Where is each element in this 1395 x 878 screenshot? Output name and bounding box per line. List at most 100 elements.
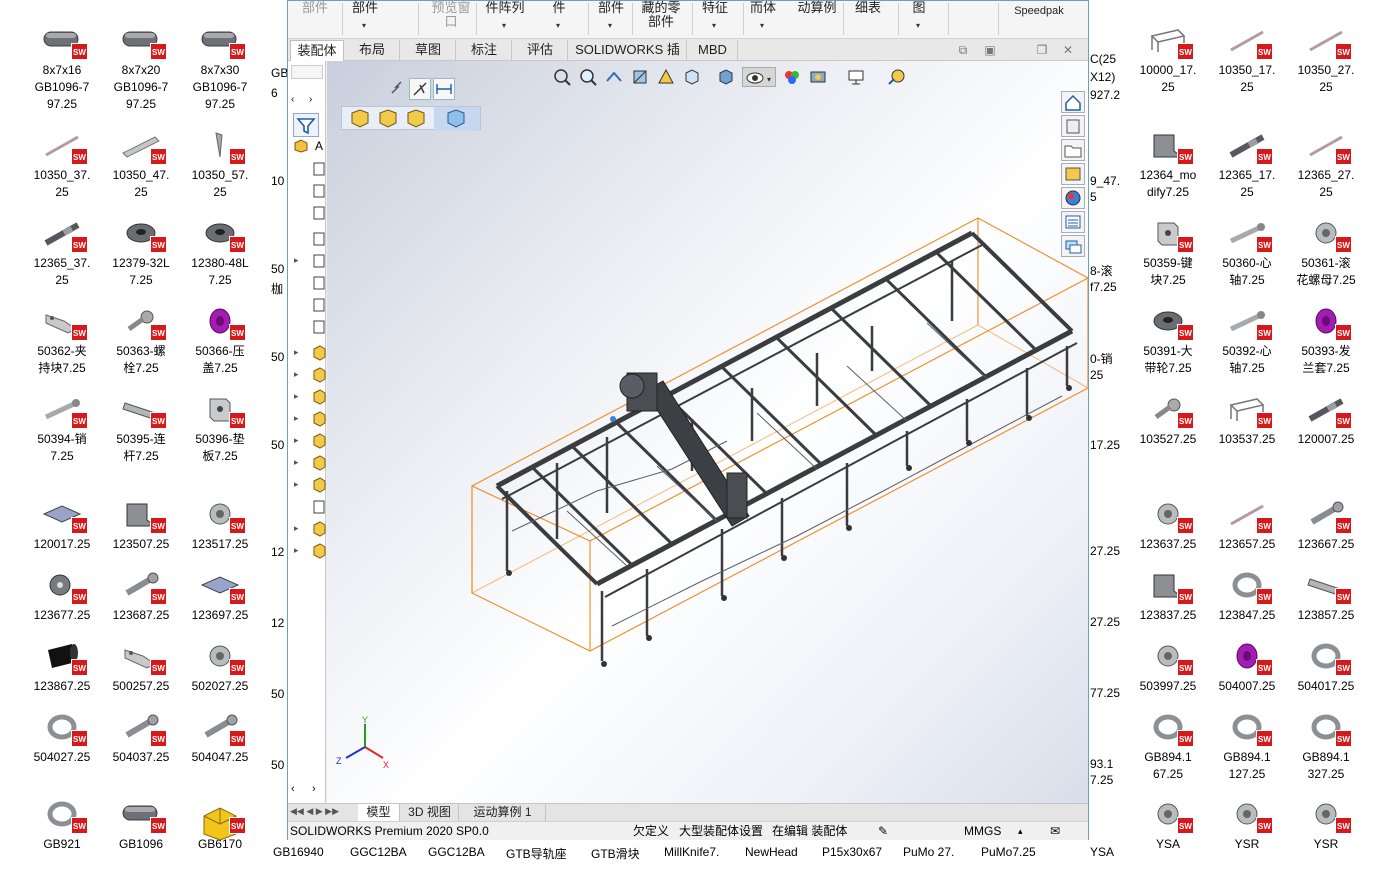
ribbon-command-button[interactable]: 动算例 bbox=[795, 1, 839, 15]
feature-tree-item[interactable]: ▸ bbox=[294, 521, 326, 539]
expand-arrow-icon[interactable]: ▸ bbox=[294, 435, 299, 446]
ribbon-command-button[interactable]: 部件 bbox=[596, 1, 626, 15]
desktop-file-label[interactable]: PuMo 27. bbox=[903, 845, 954, 859]
desktop-file-icon[interactable]: SW 10350_27. 25 bbox=[1287, 16, 1365, 104]
ribbon-tab[interactable]: 布局 bbox=[345, 40, 400, 61]
model-tab[interactable]: 3D 视图 bbox=[401, 804, 459, 821]
feature-tree-item[interactable]: ▸ bbox=[294, 253, 325, 271]
restore-icon[interactable]: ⧉ bbox=[956, 43, 970, 57]
ribbon-tab[interactable]: 评估 bbox=[513, 40, 568, 61]
desktop-file-icon[interactable]: SW 50396-垫 板7.25 bbox=[181, 385, 259, 473]
filter-icon[interactable] bbox=[293, 113, 319, 137]
file-explorer-icon[interactable] bbox=[1061, 139, 1085, 161]
desktop-file-icon[interactable]: SW 8x7x16 GB1096-7 97.25 bbox=[23, 16, 101, 111]
desktop-file-icon[interactable]: SW 504037.25 bbox=[102, 703, 180, 791]
feature-tree-item[interactable]: ▸ bbox=[294, 345, 326, 363]
desktop-file-icon[interactable]: SW 12364_mo dify7.25 bbox=[1129, 121, 1207, 209]
desktop-file-label[interactable]: GGC12BA bbox=[350, 845, 407, 859]
feature-tree-item[interactable]: ▸ bbox=[294, 411, 326, 429]
chevron-down-icon[interactable]: ▾ bbox=[760, 21, 764, 30]
ribbon-command-button[interactable]: 特征 bbox=[700, 1, 730, 15]
chevron-down-icon[interactable]: ▾ bbox=[362, 21, 366, 30]
desktop-file-icon[interactable]: SW 10350_17. 25 bbox=[1208, 16, 1286, 104]
desktop-file-icon[interactable]: SW 50394-销 7.25 bbox=[23, 385, 101, 473]
desktop-file-icon[interactable]: SW 120007.25 bbox=[1287, 385, 1365, 473]
tree-root-label[interactable]: A bbox=[315, 139, 323, 153]
chevron-left-icon[interactable]: ‹ bbox=[291, 93, 305, 107]
desktop-file-icon[interactable]: SW 504047.25 bbox=[181, 703, 259, 791]
expand-arrow-icon[interactable]: ▸ bbox=[294, 479, 299, 490]
feature-tree-item[interactable] bbox=[294, 231, 325, 249]
quick-tips-icon[interactable]: ✉ bbox=[1050, 822, 1060, 840]
tile-icon[interactable]: ▣ bbox=[983, 43, 997, 57]
feature-tree-item[interactable]: ▸ bbox=[294, 389, 326, 407]
desktop-file-icon[interactable]: SW 8x7x30 GB1096-7 97.25 bbox=[181, 16, 259, 111]
ribbon-tab[interactable]: 标注 bbox=[457, 40, 512, 61]
desktop-file-icon[interactable]: SW 504027.25 bbox=[23, 703, 101, 791]
feature-tree-item[interactable] bbox=[294, 499, 325, 517]
expand-arrow-icon[interactable]: ▸ bbox=[294, 523, 299, 534]
desktop-file-icon[interactable]: SW YSA bbox=[1129, 790, 1207, 878]
chevron-down-icon[interactable]: ▾ bbox=[502, 21, 506, 30]
desktop-file-icon[interactable]: SW 12365_27. 25 bbox=[1287, 121, 1365, 209]
chevron-down-icon[interactable]: ▾ bbox=[916, 21, 920, 30]
desktop-file-icon[interactable]: SW 12380-48L 7.25 bbox=[181, 209, 259, 297]
scroll-right-icon[interactable]: › bbox=[312, 783, 316, 795]
desktop-file-icon[interactable]: SW YSR bbox=[1287, 790, 1365, 878]
appearances-icon[interactable] bbox=[1061, 187, 1085, 209]
desktop-file-icon[interactable]: SW GB921 bbox=[23, 790, 101, 878]
desktop-file-label[interactable]: GTB导轨座 bbox=[506, 845, 567, 862]
ribbon-tab[interactable]: 草图 bbox=[401, 40, 456, 61]
forum-icon[interactable] bbox=[1061, 235, 1085, 257]
desktop-file-icon[interactable]: SW GB1096 bbox=[102, 790, 180, 878]
maximize-icon[interactable]: ❐ bbox=[1035, 43, 1049, 57]
desktop-file-icon[interactable]: SW 10350_47. 25 bbox=[102, 121, 180, 209]
feature-tree-item[interactable] bbox=[294, 319, 325, 337]
desktop-file-icon[interactable]: SW 50361-滚 花螺母7.25 bbox=[1287, 209, 1365, 297]
units-dropdown-icon[interactable]: ▴ bbox=[1018, 822, 1023, 840]
status-large-assembly[interactable]: 大型装配体设置 bbox=[679, 822, 763, 840]
ribbon-command-button[interactable]: 图 bbox=[912, 1, 926, 15]
desktop-file-icon[interactable]: SW 50362-夹 持块7.25 bbox=[23, 297, 101, 385]
desktop-file-icon[interactable]: SW GB894.1 127.25 bbox=[1208, 703, 1286, 791]
feature-tree-item[interactable]: ▸ bbox=[294, 455, 326, 473]
desktop-file-icon[interactable]: SW 10000_17. 25 bbox=[1129, 16, 1207, 104]
desktop-file-icon[interactable]: SW 103527.25 bbox=[1129, 385, 1207, 473]
ribbon-command-button[interactable]: 部件 bbox=[350, 1, 380, 15]
ribbon-command-button[interactable]: 部件 bbox=[300, 1, 330, 15]
desktop-file-icon[interactable]: SW GB6170 bbox=[181, 790, 259, 878]
assembly-icon[interactable] bbox=[293, 139, 309, 153]
desktop-file-icon[interactable]: SW 50391-大 带轮7.25 bbox=[1129, 297, 1207, 385]
expand-arrow-icon[interactable]: ▸ bbox=[294, 347, 299, 358]
chevron-right-icon[interactable]: › bbox=[309, 93, 323, 107]
desktop-file-icon[interactable]: SW 50359-键 块7.25 bbox=[1129, 209, 1207, 297]
panel-splitter[interactable] bbox=[291, 65, 323, 79]
expand-arrow-icon[interactable]: ▸ bbox=[294, 545, 299, 556]
desktop-file-label[interactable]: GTB滑块 bbox=[591, 845, 640, 862]
desktop-file-label[interactable]: GGC12BA bbox=[428, 845, 485, 859]
expand-arrow-icon[interactable]: ▸ bbox=[294, 369, 299, 380]
desktop-file-icon[interactable]: SW 50392-心 轴7.25 bbox=[1208, 297, 1286, 385]
feature-tree-item[interactable]: ▸ bbox=[294, 543, 326, 561]
desktop-file-label[interactable]: GB16940 bbox=[273, 845, 324, 859]
rebuild-icon[interactable]: ✎ bbox=[878, 822, 888, 840]
feature-tree-item[interactable] bbox=[294, 297, 325, 315]
desktop-file-label[interactable]: NewHead bbox=[745, 845, 798, 859]
feature-tree-item[interactable] bbox=[294, 205, 325, 223]
desktop-file-icon[interactable]: SW 8x7x20 GB1096-7 97.25 bbox=[102, 16, 180, 111]
expand-arrow-icon[interactable]: ▸ bbox=[294, 457, 299, 468]
desktop-file-label[interactable]: MillKnife7. bbox=[664, 845, 719, 859]
chevron-down-icon[interactable]: ▾ bbox=[556, 21, 560, 30]
desktop-file-icon[interactable]: SW GB894.1 67.25 bbox=[1129, 703, 1207, 791]
ribbon-command-button[interactable]: 件阵列 bbox=[484, 1, 526, 15]
ribbon-command-button[interactable]: Speedpak bbox=[1012, 4, 1066, 18]
ribbon-command-button[interactable]: 件 bbox=[544, 1, 574, 15]
scroll-left-icon[interactable]: ‹ bbox=[291, 783, 295, 795]
desktop-file-icon[interactable]: SW 50363-螺 栓7.25 bbox=[102, 297, 180, 385]
ribbon-command-button[interactable]: 藏的零 部件 bbox=[638, 1, 684, 29]
assembly-model[interactable]: Y X Z bbox=[327, 61, 1088, 803]
desktop-file-icon[interactable]: SW 50393-发 兰套7.25 bbox=[1287, 297, 1365, 385]
feature-tree-item[interactable] bbox=[294, 183, 325, 201]
chevron-down-icon[interactable]: ▾ bbox=[712, 21, 716, 30]
desktop-file-icon[interactable]: SW 12365_37. 25 bbox=[23, 209, 101, 297]
